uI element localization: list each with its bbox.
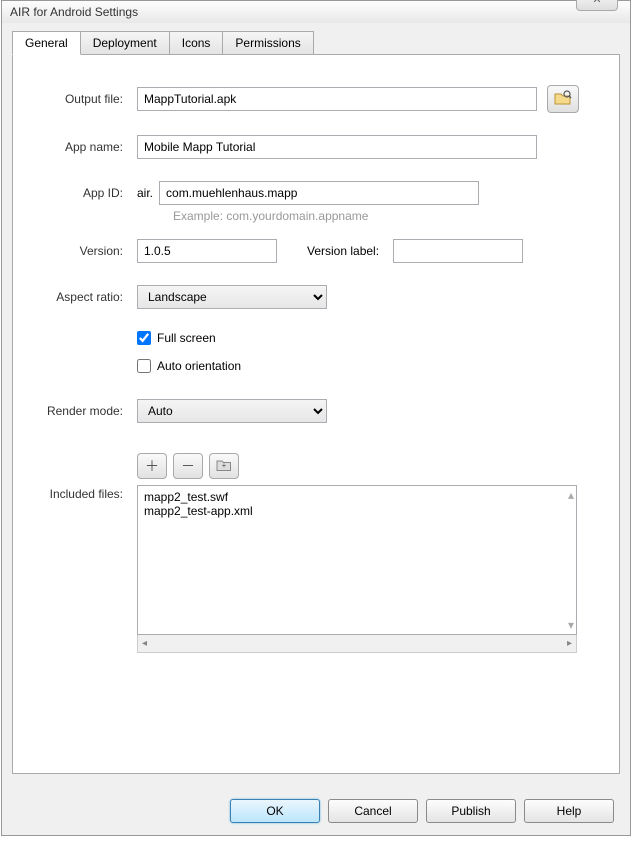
version-label-input[interactable] bbox=[393, 239, 523, 263]
tab-general[interactable]: General bbox=[12, 31, 81, 55]
fullscreen-label: Full screen bbox=[157, 331, 216, 345]
fullscreen-checkbox[interactable] bbox=[137, 331, 151, 345]
render-mode-label: Render mode: bbox=[37, 404, 137, 418]
aspect-ratio-select[interactable]: Landscape bbox=[137, 285, 327, 309]
dialog-buttons: OK Cancel Publish Help bbox=[230, 799, 614, 823]
app-name-input[interactable] bbox=[137, 135, 537, 159]
add-folder-button[interactable]: + bbox=[209, 453, 239, 479]
scroll-left-icon[interactable]: ◂ bbox=[142, 638, 147, 649]
aspect-ratio-label: Aspect ratio: bbox=[37, 290, 137, 304]
included-files-label: Included files: bbox=[37, 485, 137, 501]
tab-panel-general: Output file: App name: Ap bbox=[12, 54, 620, 774]
version-input[interactable] bbox=[137, 239, 277, 263]
tab-strip: General Deployment Icons Permissions bbox=[12, 31, 620, 55]
tab-icons[interactable]: Icons bbox=[169, 31, 224, 55]
app-id-prefix: air. bbox=[137, 186, 153, 200]
list-item[interactable]: mapp2_test.swf bbox=[144, 490, 570, 504]
help-button[interactable]: Help bbox=[524, 799, 614, 823]
svg-text:+: + bbox=[222, 461, 227, 470]
remove-file-button[interactable]: － bbox=[173, 453, 203, 479]
scroll-down-icon[interactable]: ▾ bbox=[568, 618, 574, 632]
version-label: Version: bbox=[37, 244, 137, 258]
included-files-list[interactable]: mapp2_test.swf mapp2_test-app.xml ▴ ▾ bbox=[137, 485, 577, 635]
app-id-input[interactable] bbox=[159, 181, 479, 205]
tab-container: General Deployment Icons Permissions Out… bbox=[12, 31, 620, 774]
publish-button[interactable]: Publish bbox=[426, 799, 516, 823]
add-file-button[interactable]: ＋ bbox=[137, 453, 167, 479]
browse-button[interactable] bbox=[547, 85, 579, 113]
folder-plus-icon: + bbox=[216, 458, 232, 475]
titlebar: AIR for Android Settings ✕ bbox=[2, 1, 630, 23]
settings-window: AIR for Android Settings ✕ General Deplo… bbox=[1, 0, 631, 836]
tab-deployment[interactable]: Deployment bbox=[80, 31, 170, 55]
minus-icon: － bbox=[181, 456, 195, 476]
auto-orientation-label: Auto orientation bbox=[157, 359, 241, 373]
app-id-example: Example: com.yourdomain.appname bbox=[173, 209, 595, 223]
cancel-button[interactable]: Cancel bbox=[328, 799, 418, 823]
scroll-right-icon[interactable]: ▸ bbox=[567, 638, 572, 649]
app-id-label: App ID: bbox=[37, 186, 137, 200]
version-label-label: Version label: bbox=[307, 244, 379, 258]
tab-permissions[interactable]: Permissions bbox=[222, 31, 313, 55]
folder-search-icon bbox=[554, 90, 572, 109]
window-title: AIR for Android Settings bbox=[10, 5, 138, 19]
output-file-input[interactable] bbox=[137, 87, 537, 111]
close-button[interactable]: ✕ bbox=[576, 0, 618, 11]
horizontal-scrollbar[interactable]: ◂ ▸ bbox=[137, 635, 577, 653]
scroll-up-icon[interactable]: ▴ bbox=[568, 488, 574, 502]
list-item[interactable]: mapp2_test-app.xml bbox=[144, 504, 570, 518]
ok-button[interactable]: OK bbox=[230, 799, 320, 823]
app-name-label: App name: bbox=[37, 140, 137, 154]
output-file-label: Output file: bbox=[37, 92, 137, 106]
render-mode-select[interactable]: Auto bbox=[137, 399, 327, 423]
plus-icon: ＋ bbox=[145, 456, 159, 476]
auto-orientation-checkbox[interactable] bbox=[137, 359, 151, 373]
